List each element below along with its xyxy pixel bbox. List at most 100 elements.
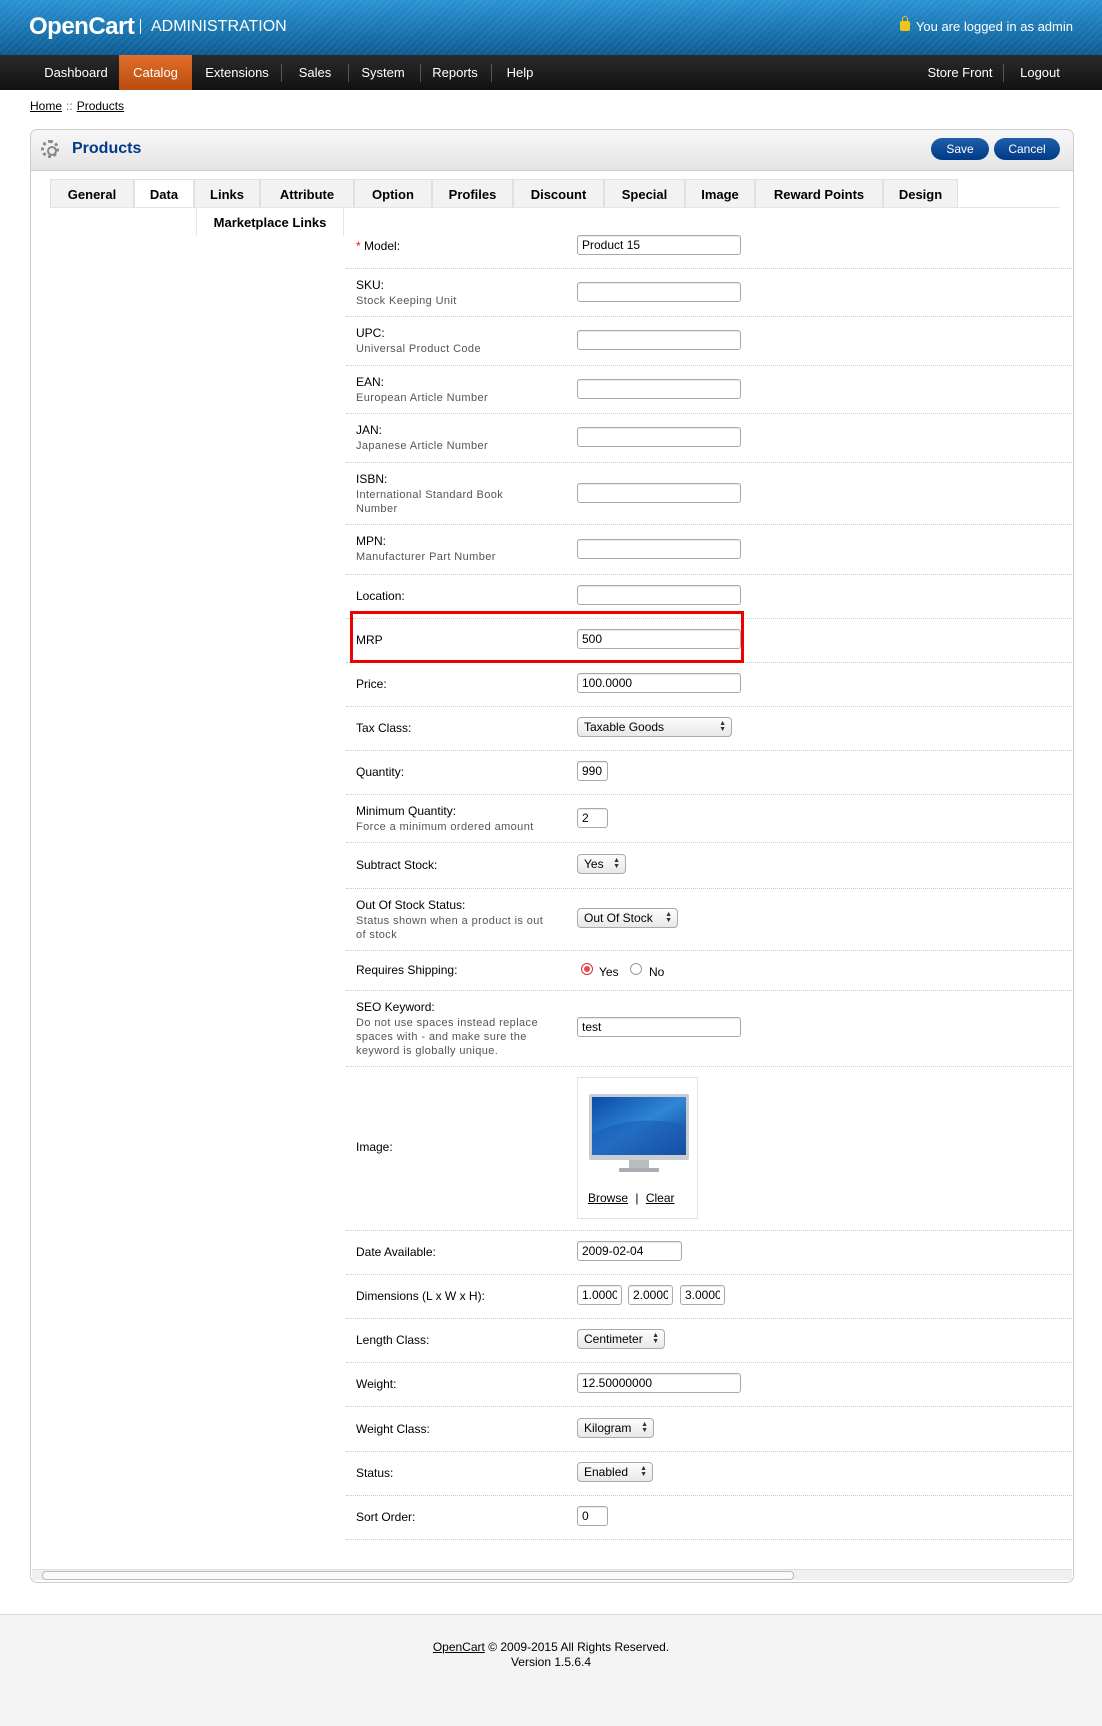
menu-store-front[interactable]: Store Front: [920, 55, 1000, 90]
quantity-input[interactable]: [577, 761, 608, 781]
weight-input[interactable]: [577, 1373, 741, 1393]
mpn-label: MPN: Manufacturer Part Number: [356, 534, 496, 563]
tab-data[interactable]: Data: [134, 179, 194, 207]
weight-label: Weight:: [356, 1377, 397, 1391]
stock-status-help: Status shown when a product is out of st…: [356, 915, 544, 941]
row-ean: EAN: European Article Number: [346, 365, 1072, 414]
select-arrows-icon: ▲ ▼: [640, 1465, 647, 1478]
isbn-help: International Standard Book Number: [356, 489, 504, 515]
date-available-input[interactable]: [577, 1241, 682, 1261]
shipping-no-label: No: [649, 965, 665, 979]
image-links: Browse | Clear: [588, 1191, 675, 1205]
upc-input[interactable]: [577, 330, 741, 350]
row-weight-class: Weight Class: Kilogram ▲ ▼: [346, 1406, 1072, 1452]
tab-special[interactable]: Special: [604, 179, 685, 207]
mpn-help: Manufacturer Part Number: [356, 551, 496, 563]
horizontal-scrollbar[interactable]: [32, 1569, 1072, 1580]
minimum-help: Force a minimum ordered amount: [356, 821, 534, 833]
lock-icon: [899, 16, 910, 31]
price-input[interactable]: [577, 673, 741, 693]
shipping-yes-radio[interactable]: [581, 963, 593, 975]
row-status: Status: Enabled ▲ ▼: [346, 1451, 1072, 1496]
menu-help[interactable]: Help: [495, 55, 545, 90]
height-input[interactable]: [680, 1285, 725, 1305]
status-select[interactable]: Enabled ▲ ▼: [577, 1462, 653, 1482]
tab-design[interactable]: Design: [883, 179, 958, 207]
admin-label: ADMINISTRATION: [151, 18, 287, 35]
footer-opencart-link[interactable]: OpenCart: [433, 1640, 485, 1654]
shipping-no-radio[interactable]: [630, 963, 642, 975]
tab-reward-points[interactable]: Reward Points: [755, 179, 883, 207]
tab-attribute[interactable]: Attribute: [260, 179, 354, 207]
footer-version: Version 1.5.6.4: [510, 1655, 592, 1669]
ean-input[interactable]: [577, 379, 741, 399]
breadcrumb-home[interactable]: Home: [30, 99, 62, 113]
row-stock-status: Out Of Stock Status: Status shown when a …: [346, 888, 1072, 951]
model-label: * Model:: [356, 239, 401, 253]
image-label: Image:: [356, 1140, 393, 1154]
stock-status-select[interactable]: Out Of Stock ▲ ▼: [577, 908, 678, 928]
tab-marketplace-links[interactable]: Marketplace Links: [196, 208, 344, 236]
tab-profiles[interactable]: Profiles: [432, 179, 513, 207]
scrollbar-thumb[interactable]: [42, 1571, 794, 1580]
menu-divider: [420, 64, 421, 82]
length-class-label: Length Class:: [356, 1333, 430, 1347]
gear-icon: [41, 140, 59, 158]
row-date-available: Date Available:: [346, 1230, 1072, 1275]
shipping-label: Requires Shipping:: [356, 963, 458, 977]
location-input[interactable]: [577, 585, 741, 605]
menu-dashboard[interactable]: Dashboard: [30, 55, 122, 90]
sku-input[interactable]: [577, 282, 741, 302]
stock-status-label: Out Of Stock Status: Status shown when a …: [356, 898, 556, 942]
tab-general[interactable]: General: [50, 179, 134, 207]
length-input[interactable]: [577, 1285, 622, 1305]
tab-option[interactable]: Option: [354, 179, 432, 207]
row-upc: UPC: Universal Product Code: [346, 316, 1072, 366]
sort-order-input[interactable]: [577, 1506, 608, 1526]
weight-class-select[interactable]: Kilogram ▲ ▼: [577, 1418, 654, 1438]
length-class-select[interactable]: Centimeter ▲ ▼: [577, 1329, 665, 1349]
row-tax-class: Tax Class: Taxable Goods ▲ ▼: [346, 706, 1072, 751]
sku-help: Stock Keeping Unit: [356, 295, 457, 307]
footer: OpenCart © 2009-2015 All Rights Reserved…: [0, 1640, 1102, 1670]
footer-band: [0, 1614, 1102, 1726]
quantity-label: Quantity:: [356, 765, 405, 779]
row-keyword: SEO Keyword: Do not use spaces instead re…: [346, 990, 1072, 1067]
breadcrumb-products[interactable]: Products: [77, 99, 124, 113]
menu-system[interactable]: System: [351, 55, 415, 90]
jan-label: JAN: Japanese Article Number: [356, 423, 489, 452]
jan-help: Japanese Article Number: [356, 440, 489, 452]
cancel-button[interactable]: Cancel: [994, 138, 1060, 160]
upc-label: UPC: Universal Product Code: [356, 326, 481, 355]
row-model: * Model:: [346, 228, 1072, 269]
menu-logout[interactable]: Logout: [1010, 55, 1070, 90]
tab-divider: [50, 207, 1060, 208]
opencart-logo[interactable]: OpenCart: [29, 13, 135, 41]
row-isbn: ISBN: International Standard Book Number: [346, 462, 1072, 525]
model-input[interactable]: [577, 235, 741, 255]
location-label: Location:: [356, 589, 405, 603]
isbn-input[interactable]: [577, 483, 741, 503]
tab-image[interactable]: Image: [685, 179, 755, 207]
minimum-input[interactable]: [577, 808, 608, 828]
browse-link[interactable]: Browse: [588, 1191, 628, 1205]
mpn-input[interactable]: [577, 539, 741, 559]
keyword-input[interactable]: [577, 1017, 741, 1037]
keyword-help: Do not use spaces instead replace spaces…: [356, 1017, 538, 1057]
menu-extensions[interactable]: Extensions: [197, 55, 277, 90]
menu-reports[interactable]: Reports: [424, 55, 486, 90]
tax-class-label: Tax Class:: [356, 721, 412, 735]
subtract-select[interactable]: Yes ▲ ▼: [577, 854, 626, 874]
menu-sales[interactable]: Sales: [285, 55, 345, 90]
weight-class-label: Weight Class:: [356, 1422, 430, 1436]
isbn-label: ISBN: International Standard Book Number: [356, 472, 546, 516]
tax-class-select[interactable]: Taxable Goods ▲ ▼: [577, 717, 732, 737]
save-button[interactable]: Save: [931, 138, 989, 160]
clear-link[interactable]: Clear: [646, 1191, 675, 1205]
jan-input[interactable]: [577, 427, 741, 447]
tab-links[interactable]: Links: [194, 179, 260, 207]
row-mpn: MPN: Manufacturer Part Number: [346, 524, 1072, 575]
menu-catalog[interactable]: Catalog: [119, 55, 192, 90]
width-input[interactable]: [628, 1285, 673, 1305]
tab-discount[interactable]: Discount: [513, 179, 604, 207]
